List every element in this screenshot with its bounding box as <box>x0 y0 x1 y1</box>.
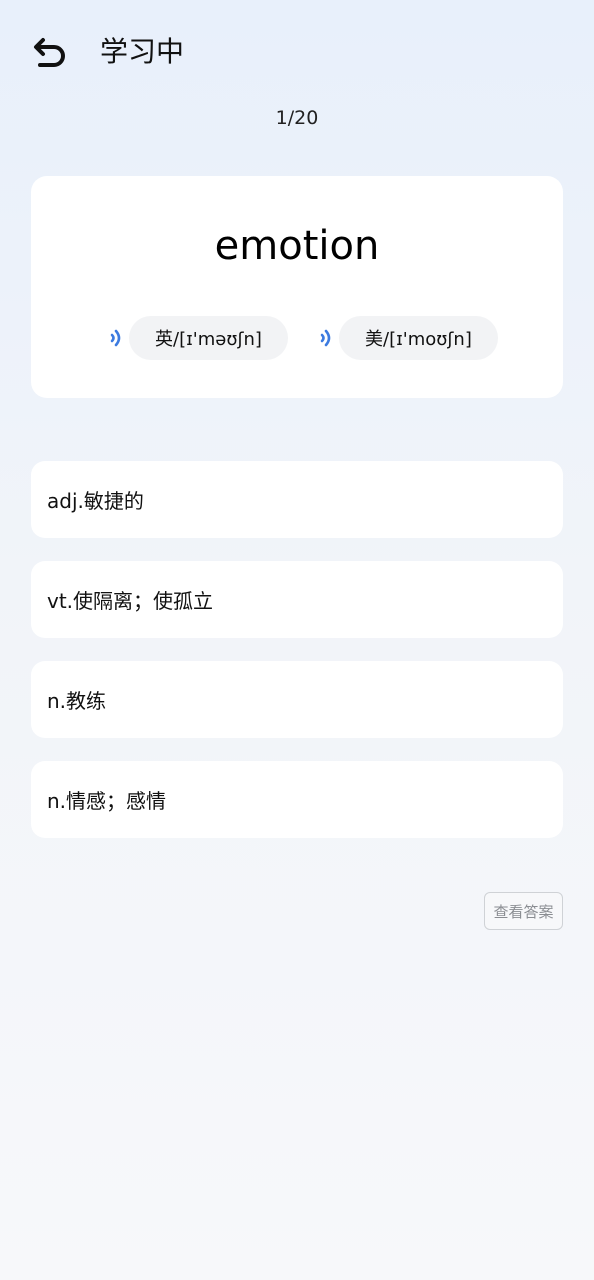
speaker-wave-icon <box>110 329 121 347</box>
speaker-wave-icon <box>320 329 331 347</box>
answer-option-label: adj.敏捷的 <box>47 489 144 513</box>
answer-option[interactable]: n.情感；感情 <box>31 761 563 838</box>
answer-option-label: n.情感；感情 <box>47 789 167 813</box>
uk-phonetic-label[interactable]: 英/[ɪ'məʊʃn] <box>129 316 288 360</box>
word-text: emotion <box>214 223 380 269</box>
answer-option[interactable]: n.教练 <box>31 661 563 738</box>
undo-arrow-icon <box>34 38 65 67</box>
header-bar: 学习中 <box>0 0 594 104</box>
answer-option[interactable]: vt.使隔离；使孤立 <box>31 561 563 638</box>
page-title: 学习中 <box>100 35 185 68</box>
us-pronunciation: 美/[ɪ'moʊʃn] <box>317 316 498 360</box>
uk-speaker-button[interactable] <box>107 326 127 350</box>
us-phonetic-label[interactable]: 美/[ɪ'moʊʃn] <box>339 316 498 360</box>
answer-option-label: n.教练 <box>47 689 107 713</box>
answer-option[interactable]: adj.敏捷的 <box>31 461 563 538</box>
answer-option-label: vt.使隔离；使孤立 <box>47 589 214 613</box>
progress-counter: 1/20 <box>275 107 319 129</box>
back-button[interactable] <box>28 30 72 74</box>
us-speaker-button[interactable] <box>317 326 337 350</box>
word-card: emotion 英/[ɪ'məʊʃn] 美/[ɪ'moʊʃn] <box>31 176 563 398</box>
uk-pronunciation: 英/[ɪ'məʊʃn] <box>107 316 288 360</box>
show-answer-button[interactable]: 查看答案 <box>484 892 563 930</box>
